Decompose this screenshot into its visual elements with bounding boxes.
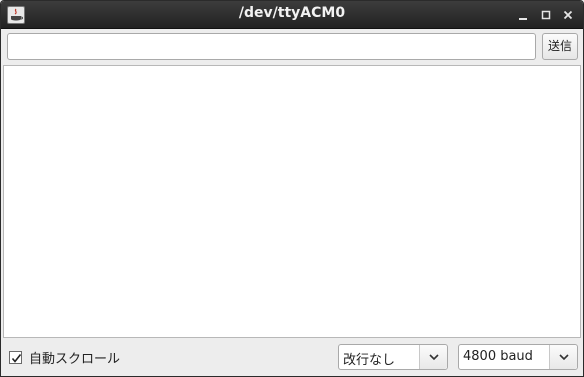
chevron-down-icon[interactable]	[419, 345, 447, 369]
send-button[interactable]: 送信	[542, 33, 578, 60]
serial-monitor-window: /dev/ttyACM0 送信 自動スクロール 改行なし 4800 baud	[0, 0, 584, 377]
title-bar[interactable]: /dev/ttyACM0	[1, 1, 583, 29]
baud-rate-select[interactable]: 4800 baud	[458, 344, 578, 370]
send-input[interactable]	[7, 33, 536, 60]
close-icon[interactable]	[560, 7, 576, 23]
send-toolbar: 送信	[1, 30, 583, 64]
window-title: /dev/ttyACM0	[238, 5, 346, 21]
chevron-down-icon[interactable]	[549, 345, 577, 369]
maximize-icon[interactable]	[538, 7, 554, 23]
status-bar: 自動スクロール 改行なし 4800 baud	[1, 339, 583, 376]
checkmark-icon	[11, 353, 22, 363]
baud-rate-value: 4800 baud	[463, 349, 533, 364]
autoscroll-label: 自動スクロール	[29, 351, 121, 367]
minimize-icon[interactable]	[515, 7, 531, 23]
autoscroll-checkbox[interactable]	[9, 350, 22, 364]
autoscroll-toggle[interactable]: 自動スクロール	[9, 348, 121, 367]
line-ending-value: 改行なし	[343, 353, 396, 368]
serial-output-area[interactable]	[3, 65, 581, 338]
line-ending-select[interactable]: 改行なし	[338, 344, 448, 370]
